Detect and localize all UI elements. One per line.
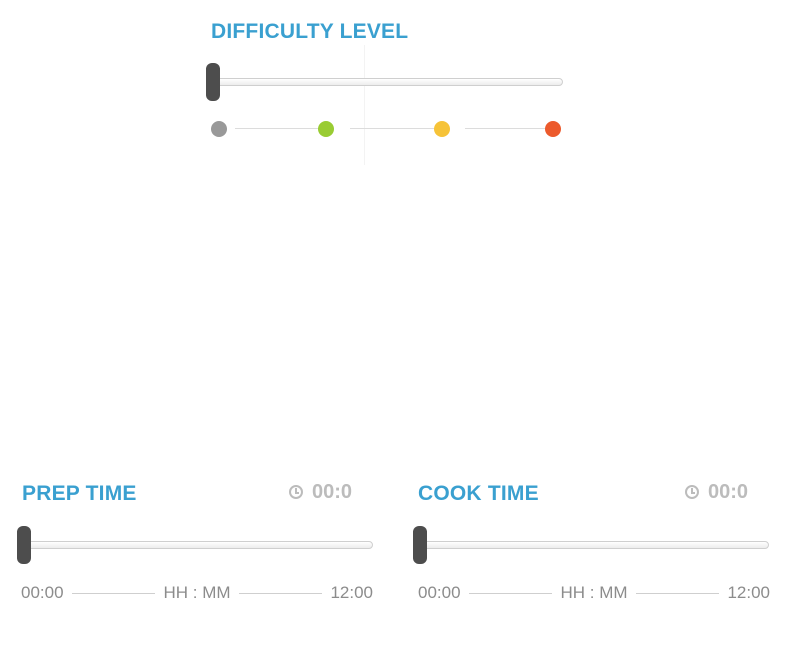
cook-time-value: 00:0 [708,481,749,503]
cook-time-slider[interactable] [413,526,769,566]
prep-scale-max: 12:00 [330,583,374,602]
cook-scale-unit: HH : MM [560,583,628,602]
prep-scale-min: 00:00 [21,583,64,602]
difficulty-connector [235,128,319,129]
scale-divider [468,592,553,594]
scale-divider [238,592,323,594]
difficulty-slider[interactable] [206,63,563,103]
difficulty-levels [211,119,563,139]
cook-scale-min: 00:00 [418,583,461,602]
prep-time-readout: 00:0 [289,482,352,502]
scale-divider [635,592,720,594]
prep-scale-unit: HH : MM [163,583,231,602]
cook-scale-max: 12:00 [727,583,771,602]
prep-time-value: 00:0 [312,481,353,503]
prep-time-slider-handle[interactable] [17,526,31,564]
prep-time-title: PREP TIME [22,482,137,505]
cook-time-readout: 00:0 [685,482,748,502]
prep-time-slider-track[interactable] [17,541,373,549]
difficulty-connector [350,128,434,129]
prep-time-slider[interactable] [17,526,373,566]
clock-icon [685,485,699,499]
scale-divider [71,592,156,594]
difficulty-slider-track[interactable] [206,78,563,86]
difficulty-title: DIFFICULTY LEVEL [211,20,409,43]
cook-time-title: COOK TIME [418,482,539,505]
cook-time-scale: 00:00 HH : MM 12:00 [418,583,770,603]
clock-icon [289,485,303,499]
cook-time-slider-track[interactable] [413,541,769,549]
difficulty-dot-1[interactable] [211,121,227,137]
recipe-settings-page: DIFFICULTY LEVEL PREP TIME 00:0 00:00 HH… [0,0,802,672]
prep-time-scale: 00:00 HH : MM 12:00 [21,583,373,603]
cook-time-slider-handle[interactable] [413,526,427,564]
difficulty-slider-handle[interactable] [206,63,220,101]
difficulty-dot-3[interactable] [434,121,450,137]
difficulty-dot-4[interactable] [545,121,561,137]
difficulty-dot-2[interactable] [318,121,334,137]
difficulty-connector [465,128,545,129]
